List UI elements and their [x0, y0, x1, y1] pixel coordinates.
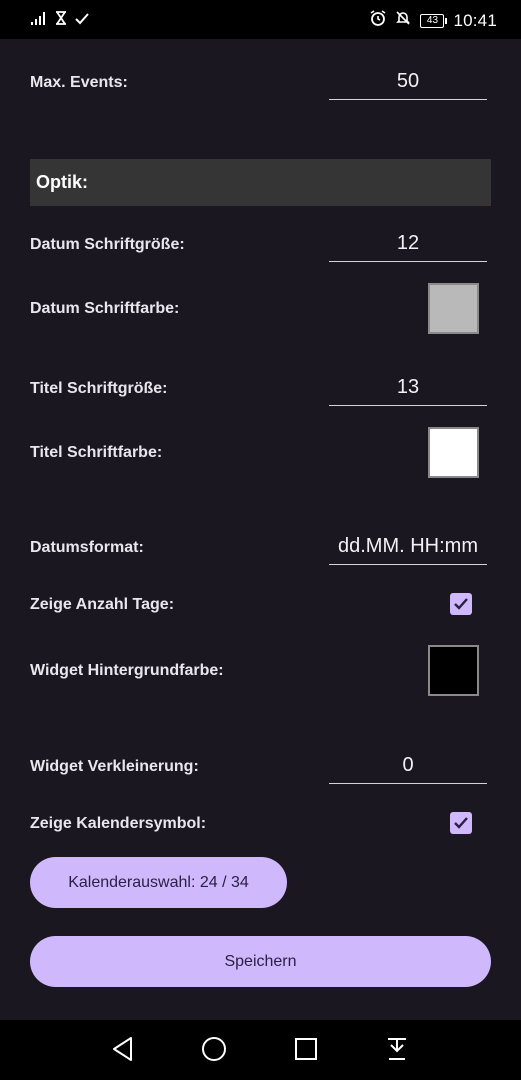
widget-hintergrundfarbe-swatch[interactable]	[428, 645, 479, 696]
back-icon[interactable]	[111, 1036, 135, 1067]
zeige-anzahl-tage-label: Zeige Anzahl Tage:	[30, 596, 175, 613]
zeige-kalendersymbol-label: Zeige Kalendersymbol:	[30, 815, 207, 832]
kalenderauswahl-button[interactable]: Kalenderauswahl: 24 / 34	[30, 857, 287, 908]
home-icon[interactable]	[201, 1036, 227, 1067]
titel-schriftgroesse-label: Titel Schriftgröße:	[30, 380, 168, 397]
alarm-icon	[370, 10, 386, 31]
status-bar: 43 10:41	[0, 0, 521, 39]
widget-verkleinerung-input[interactable]: 0	[329, 754, 487, 784]
titel-schriftfarbe-label: Titel Schriftfarbe:	[30, 444, 163, 461]
hourglass-icon	[55, 11, 67, 30]
titel-schriftfarbe-swatch[interactable]	[428, 427, 479, 478]
check-icon	[75, 12, 89, 30]
datum-schriftfarbe-label: Datum Schriftfarbe:	[30, 300, 180, 317]
checkmark-icon	[454, 817, 468, 829]
section-header-optik: Optik:	[30, 159, 491, 206]
max-events-input[interactable]: 50	[329, 70, 487, 100]
status-bar-right: 43 10:41	[370, 10, 497, 31]
notification-shade-icon[interactable]	[385, 1036, 409, 1067]
max-events-label: Max. Events:	[30, 74, 128, 91]
signal-icon	[31, 11, 47, 30]
widget-hintergrundfarbe-label: Widget Hintergrundfarbe:	[30, 662, 224, 679]
datum-schriftgroesse-input[interactable]: 12	[329, 232, 487, 262]
checkmark-icon	[454, 598, 468, 610]
navigation-bar	[0, 1020, 521, 1080]
zeige-anzahl-tage-checkbox[interactable]	[450, 593, 472, 615]
datumsformat-input[interactable]: dd.MM. HH:mm	[329, 535, 487, 565]
datum-schriftgroesse-label: Datum Schriftgröße:	[30, 236, 185, 253]
datum-schriftfarbe-swatch[interactable]	[428, 283, 479, 334]
widget-verkleinerung-label: Widget Verkleinerung:	[30, 758, 199, 775]
titel-schriftgroesse-input[interactable]: 13	[329, 376, 487, 406]
status-time: 10:41	[453, 10, 497, 30]
recents-icon[interactable]	[294, 1036, 318, 1067]
speichern-button[interactable]: Speichern	[30, 936, 491, 987]
mute-icon	[395, 10, 411, 31]
battery-icon: 43	[420, 13, 448, 28]
datumsformat-label: Datumsformat:	[30, 539, 144, 556]
status-bar-left	[31, 11, 89, 30]
zeige-kalendersymbol-checkbox[interactable]	[450, 812, 472, 834]
